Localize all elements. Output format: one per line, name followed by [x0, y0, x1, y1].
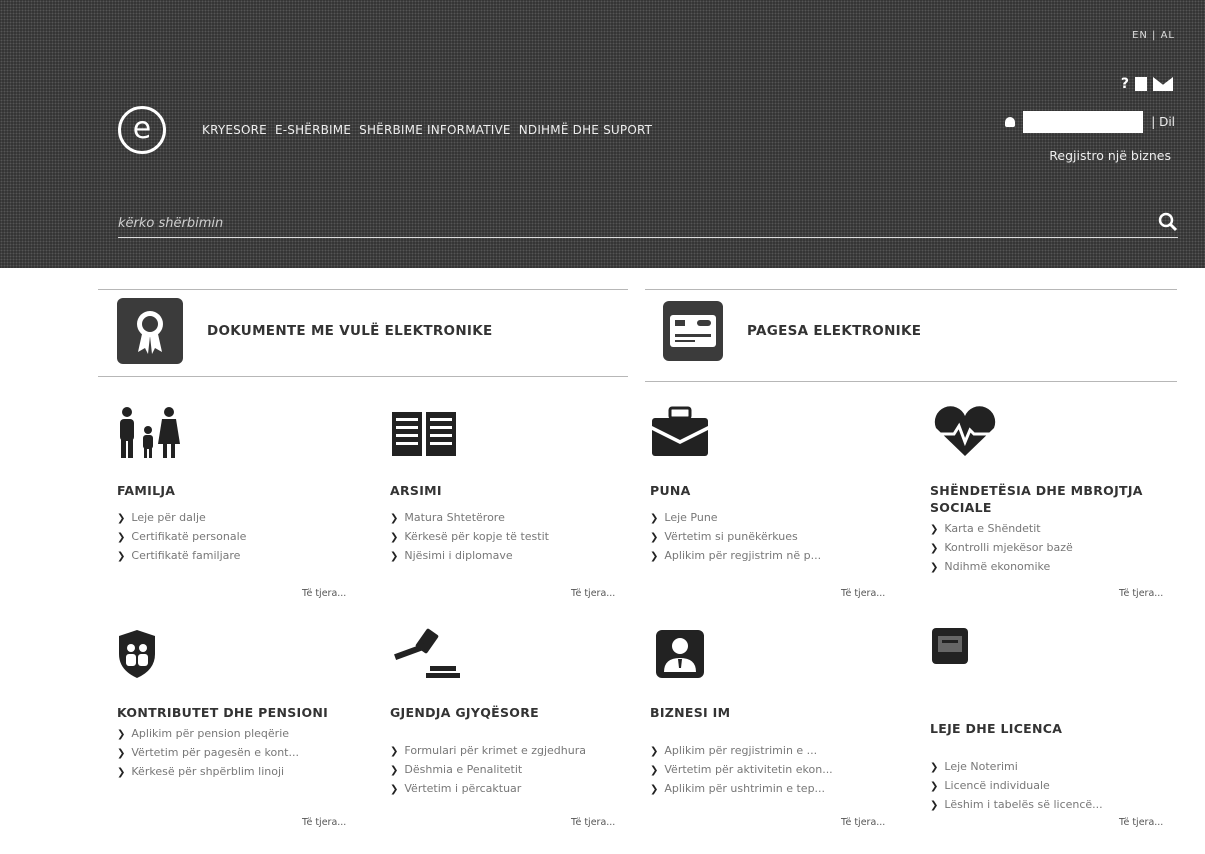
featured-label: DOKUMENTE ME VULË ELEKTRONIKE — [207, 323, 493, 339]
category-link[interactable]: Karta e Shëndetit — [930, 520, 1190, 539]
more-link[interactable]: Të tjera... — [571, 588, 615, 599]
category-puna: PUNA Leje Pune Vërtetim si punëkërkues A… — [650, 406, 910, 566]
language-switcher[interactable]: EN | AL — [1132, 30, 1175, 41]
featured-label: PAGESA ELEKTRONIKE — [747, 323, 922, 339]
search-input[interactable] — [118, 210, 1098, 236]
category-title[interactable]: ARSIMI — [390, 482, 650, 499]
heart-pulse-icon — [934, 406, 996, 456]
more-link[interactable]: Të tjera... — [302, 817, 346, 828]
category-link[interactable]: Aplikim për ushtrimin e tep... — [650, 780, 910, 799]
category-link[interactable]: Leje për dalje — [117, 509, 377, 528]
search-bar — [118, 210, 1178, 238]
category-link[interactable]: Vërtetim si punëkërkues — [650, 528, 910, 547]
featured-electronic-payments[interactable]: PAGESA ELEKTRONIKE — [663, 301, 921, 361]
category-title[interactable]: FAMILJA — [117, 482, 377, 499]
family-icon — [120, 407, 180, 458]
category-link[interactable]: Licencë individuale — [930, 777, 1190, 796]
category-biznesi-im: BIZNESI IM Aplikim për regjistrimin e ..… — [650, 628, 910, 799]
top-icons: ? — [1121, 77, 1173, 91]
nav-sherbime-informative[interactable]: SHËRBIME INFORMATIVE — [359, 123, 511, 137]
category-link[interactable]: Lëshim i tabelës së licencë... — [930, 796, 1190, 815]
category-link[interactable]: Njësimi i diplomave — [390, 547, 650, 566]
certificate-seal-icon — [117, 298, 183, 364]
divider — [98, 376, 628, 377]
category-link[interactable]: Vërtetim i përcaktuar — [390, 780, 650, 799]
category-link[interactable]: Formulari për krimet e zgjedhura — [390, 742, 650, 761]
category-gjendja-gjyqesore: GJENDJA GJYQËSORE Formulari për krimet e… — [390, 628, 650, 799]
category-title[interactable]: LEJE DHE LICENCA — [930, 720, 1190, 737]
category-link[interactable]: Leje Noterimi — [930, 758, 1190, 777]
briefcase-icon — [652, 406, 708, 456]
logo[interactable]: e — [118, 106, 166, 154]
featured-electronic-seal[interactable]: DOKUMENTE ME VULË ELEKTRONIKE — [117, 298, 493, 364]
register-business-link[interactable]: Regjistro një biznes — [1049, 148, 1171, 163]
divider — [645, 289, 1177, 290]
category-leje-dhe-licenca: LEJE DHE LICENCA Leje Noterimi Licencë i… — [930, 628, 1190, 815]
category-link[interactable]: Leje Pune — [650, 509, 910, 528]
more-link[interactable]: Të tjera... — [1119, 817, 1163, 828]
logout-link[interactable]: | Dil — [1151, 115, 1175, 129]
category-link[interactable]: Kontrolli mjekësor bazë — [930, 539, 1190, 558]
bookmark-icon[interactable] — [1135, 77, 1147, 91]
info-icon[interactable]: ? — [1121, 77, 1129, 91]
nav-ndihme-dhe-suport[interactable]: NDIHMË DHE SUPORT — [519, 123, 652, 137]
divider — [98, 289, 628, 290]
category-link[interactable]: Aplikim për regjistrim në p... — [650, 547, 910, 566]
license-document-icon — [932, 628, 968, 664]
category-link[interactable]: Aplikim për pension pleqërie — [117, 725, 377, 744]
category-title[interactable]: GJENDJA GJYQËSORE — [390, 704, 650, 721]
category-link[interactable]: Kërkesë për kopje të testit — [390, 528, 650, 547]
category-link[interactable]: Aplikim për regjistrimin e ... — [650, 742, 910, 761]
category-title[interactable]: KONTRIBUTET DHE PENSIONI — [117, 704, 377, 721]
payment-card-icon — [663, 301, 723, 361]
category-title[interactable]: SHËNDETËSIA DHE MBROJTJA SOCIALE — [930, 482, 1190, 516]
gavel-icon — [394, 628, 460, 678]
more-link[interactable]: Të tjera... — [302, 588, 346, 599]
shield-family-icon — [119, 630, 155, 678]
category-link[interactable]: Certifikatë familjare — [117, 547, 377, 566]
category-kontributet: KONTRIBUTET DHE PENSIONI Aplikim për pen… — [117, 628, 377, 782]
more-link[interactable]: Të tjera... — [571, 817, 615, 828]
more-link[interactable]: Të tjera... — [841, 588, 885, 599]
main-nav: KRYESORE E-SHËRBIME SHËRBIME INFORMATIVE… — [202, 123, 652, 137]
user-name-redacted[interactable] — [1023, 111, 1144, 133]
category-familja: FAMILJA Leje për dalje Certifikatë perso… — [117, 406, 377, 566]
category-link[interactable]: Kërkesë për shpërblim linoji — [117, 763, 377, 782]
user-row: | Dil — [1005, 111, 1175, 133]
category-arsimi: ARSIMI Matura Shtetërore Kërkesë për kop… — [390, 406, 650, 566]
book-icon — [392, 412, 456, 456]
header: EN | AL e KRYESORE E-SHËRBIME SHËRBIME I… — [0, 0, 1205, 268]
more-link[interactable]: Të tjera... — [1119, 588, 1163, 599]
category-link[interactable]: Ndihmë ekonomike — [930, 558, 1190, 577]
nav-kryesore[interactable]: KRYESORE — [202, 123, 267, 137]
user-icon — [1005, 117, 1016, 127]
category-link[interactable]: Matura Shtetërore — [390, 509, 650, 528]
category-link[interactable]: Vërtetim për aktivitetin ekon... — [650, 761, 910, 780]
more-link[interactable]: Të tjera... — [841, 817, 885, 828]
category-title[interactable]: BIZNESI IM — [650, 704, 910, 721]
category-title[interactable]: PUNA — [650, 482, 910, 499]
divider — [645, 381, 1177, 382]
nav-e-sherbime[interactable]: E-SHËRBIME — [275, 123, 351, 137]
category-link[interactable]: Certifikatë personale — [117, 528, 377, 547]
mail-icon[interactable] — [1153, 77, 1173, 91]
category-link[interactable]: Dëshmia e Penalitetit — [390, 761, 650, 780]
search-icon[interactable] — [1158, 212, 1178, 232]
business-person-icon — [656, 630, 704, 678]
category-shendetesia: SHËNDETËSIA DHE MBROJTJA SOCIALE Karta e… — [930, 406, 1190, 577]
category-link[interactable]: Vërtetim për pagesën e kont... — [117, 744, 377, 763]
